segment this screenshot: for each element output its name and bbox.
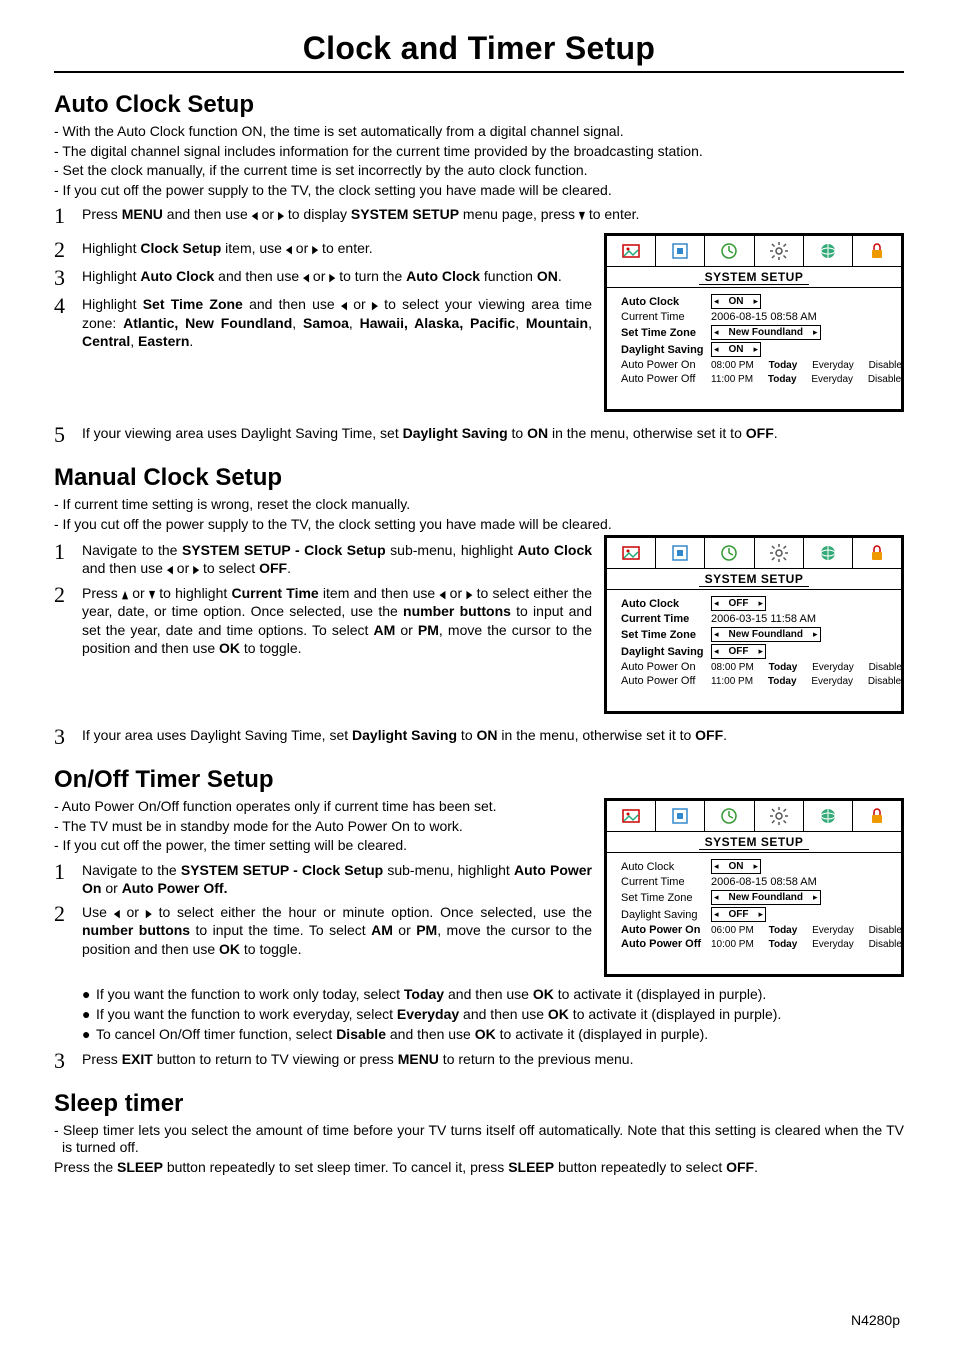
timer-bullet-1: If you want the function to work only to… xyxy=(96,985,766,1003)
step-number: 2 xyxy=(54,584,82,606)
title-rule xyxy=(54,71,904,73)
timer-lead-2: - The TV must be in standby mode for the… xyxy=(54,818,592,836)
manual-clock-step2: Press ▴ or ▾ to highlight Current Time i… xyxy=(82,584,592,657)
osd-label-daylight-saving: Daylight Saving xyxy=(621,646,711,658)
auto-clock-step2: Highlight Clock Setup item, use ◂ or ▸ t… xyxy=(82,239,592,258)
bullet-icon: ● xyxy=(82,985,96,1003)
osd-label-current-time: Current Time xyxy=(621,613,711,625)
timer-heading: On/Off Timer Setup xyxy=(54,766,904,794)
timer-bullet-2: If you want the function to work everyda… xyxy=(96,1005,781,1023)
timer-lead-1: - Auto Power On/Off function operates on… xyxy=(54,798,592,816)
osd-label-auto-power-off: Auto Power Off xyxy=(621,938,711,950)
step-number: 1 xyxy=(54,861,82,883)
clock-icon xyxy=(705,538,754,568)
timer-step2: Use ◂ or ▸ to select either the hour or … xyxy=(82,903,592,958)
lock-icon xyxy=(853,538,901,568)
osd-icon-bar xyxy=(607,801,901,832)
osd-label-auto-clock: Auto Clock xyxy=(621,598,711,610)
osd-value-current-time: 2006-03-15 11:58 AM xyxy=(711,613,891,625)
picture-icon xyxy=(607,538,656,568)
timer-step3: Press EXIT button to return to TV viewin… xyxy=(82,1050,904,1068)
osd-label-current-time: Current Time xyxy=(621,876,711,888)
osd-title: SYSTEM SETUP xyxy=(607,569,901,590)
globe-icon xyxy=(804,236,853,266)
bullet-icon: ● xyxy=(82,1005,96,1023)
auto-clock-lead-1: - With the Auto Clock function ON, the t… xyxy=(54,123,904,141)
auto-clock-lead-3: - Set the clock manually, if the current… xyxy=(54,162,904,180)
auto-clock-lead-4: - If you cut off the power supply to the… xyxy=(54,182,904,200)
step-number: 1 xyxy=(54,205,82,227)
audio-icon xyxy=(656,236,705,266)
lock-icon xyxy=(853,801,901,831)
osd-label-auto-clock: Auto Clock xyxy=(621,296,711,308)
page-title: Clock and Timer Setup xyxy=(54,30,904,67)
manual-clock-step3: If your area uses Daylight Saving Time, … xyxy=(82,726,904,744)
osd-icon-bar xyxy=(607,538,901,569)
osd-label-daylight-saving: Daylight Saving xyxy=(621,909,711,921)
step-number: 3 xyxy=(54,1050,82,1072)
osd-label-daylight-saving: Daylight Saving xyxy=(621,344,711,356)
picture-icon xyxy=(607,801,656,831)
osd-label-set-time-zone: Set Time Zone xyxy=(621,327,711,339)
auto-clock-step5: If your viewing area uses Daylight Savin… xyxy=(82,424,904,442)
globe-icon xyxy=(804,801,853,831)
osd-panel-1: SYSTEM SETUP Auto Clock◂ON▸ Current Time… xyxy=(604,233,904,412)
clock-icon xyxy=(705,801,754,831)
audio-icon xyxy=(656,801,705,831)
manual-clock-lead-2: - If you cut off the power supply to the… xyxy=(54,516,904,534)
manual-clock-lead-1: - If current time setting is wrong, rese… xyxy=(54,496,904,514)
timer-lead-3: - If you cut off the power, the timer se… xyxy=(54,837,592,855)
step-number: 1 xyxy=(54,541,82,563)
osd-label-current-time: Current Time xyxy=(621,311,711,323)
setup-icon xyxy=(755,801,804,831)
step-number: 4 xyxy=(54,295,82,317)
osd-label-auto-power-on: Auto Power On xyxy=(621,924,711,936)
step-number: 2 xyxy=(54,239,82,261)
sleep-line: Press the SLEEP button repeatedly to set… xyxy=(54,1159,904,1177)
osd-icon-bar xyxy=(607,236,901,267)
timer-bullet-3: To cancel On/Off timer function, select … xyxy=(96,1025,708,1043)
osd-label-auto-clock: Auto Clock xyxy=(621,861,711,873)
auto-clock-heading: Auto Clock Setup xyxy=(54,91,904,119)
osd-label-auto-power-on: Auto Power On xyxy=(621,661,711,673)
timer-step1: Navigate to the SYSTEM SETUP - Clock Set… xyxy=(82,861,592,897)
step-number: 5 xyxy=(54,424,82,446)
osd-title: SYSTEM SETUP xyxy=(607,267,901,288)
picture-icon xyxy=(607,236,656,266)
globe-icon xyxy=(804,538,853,568)
clock-icon xyxy=(705,236,754,266)
audio-icon xyxy=(656,538,705,568)
osd-label-set-time-zone: Set Time Zone xyxy=(621,892,711,904)
osd-panel-2: SYSTEM SETUP Auto Clock◂OFF▸ Current Tim… xyxy=(604,535,904,714)
setup-icon xyxy=(755,538,804,568)
step-number: 2 xyxy=(54,903,82,925)
osd-label-auto-power-off: Auto Power Off xyxy=(621,675,711,687)
manual-clock-heading: Manual Clock Setup xyxy=(54,464,904,492)
setup-icon xyxy=(755,236,804,266)
sleep-heading: Sleep timer xyxy=(54,1090,904,1118)
osd-label-set-time-zone: Set Time Zone xyxy=(621,629,711,641)
auto-clock-step3: Highlight Auto Clock and then use ◂ or ▸… xyxy=(82,267,592,286)
step-number: 3 xyxy=(54,267,82,289)
step-number: 3 xyxy=(54,726,82,748)
osd-label-auto-power-on: Auto Power On xyxy=(621,359,711,371)
bullet-icon: ● xyxy=(82,1025,96,1043)
auto-clock-step1: Press MENU and then use ◂ or ▸ to displa… xyxy=(82,205,904,224)
sleep-lead-1: - Sleep timer lets you select the amount… xyxy=(62,1122,904,1157)
auto-clock-lead-2: - The digital channel signal includes in… xyxy=(54,143,904,161)
auto-clock-step4: Highlight Set Time Zone and then use ◂ o… xyxy=(82,295,592,350)
manual-clock-step1: Navigate to the SYSTEM SETUP - Clock Set… xyxy=(82,541,592,578)
osd-value-current-time: 2006-08-15 08:58 AM xyxy=(711,311,891,323)
osd-value-current-time: 2006-08-15 08:58 AM xyxy=(711,876,891,888)
osd-label-auto-power-off: Auto Power Off xyxy=(621,373,711,385)
osd-title: SYSTEM SETUP xyxy=(607,832,901,853)
lock-icon xyxy=(853,236,901,266)
page-footer: N4280p xyxy=(851,1312,900,1328)
osd-panel-3: SYSTEM SETUP Auto Clock◂ON▸ Current Time… xyxy=(604,798,904,977)
